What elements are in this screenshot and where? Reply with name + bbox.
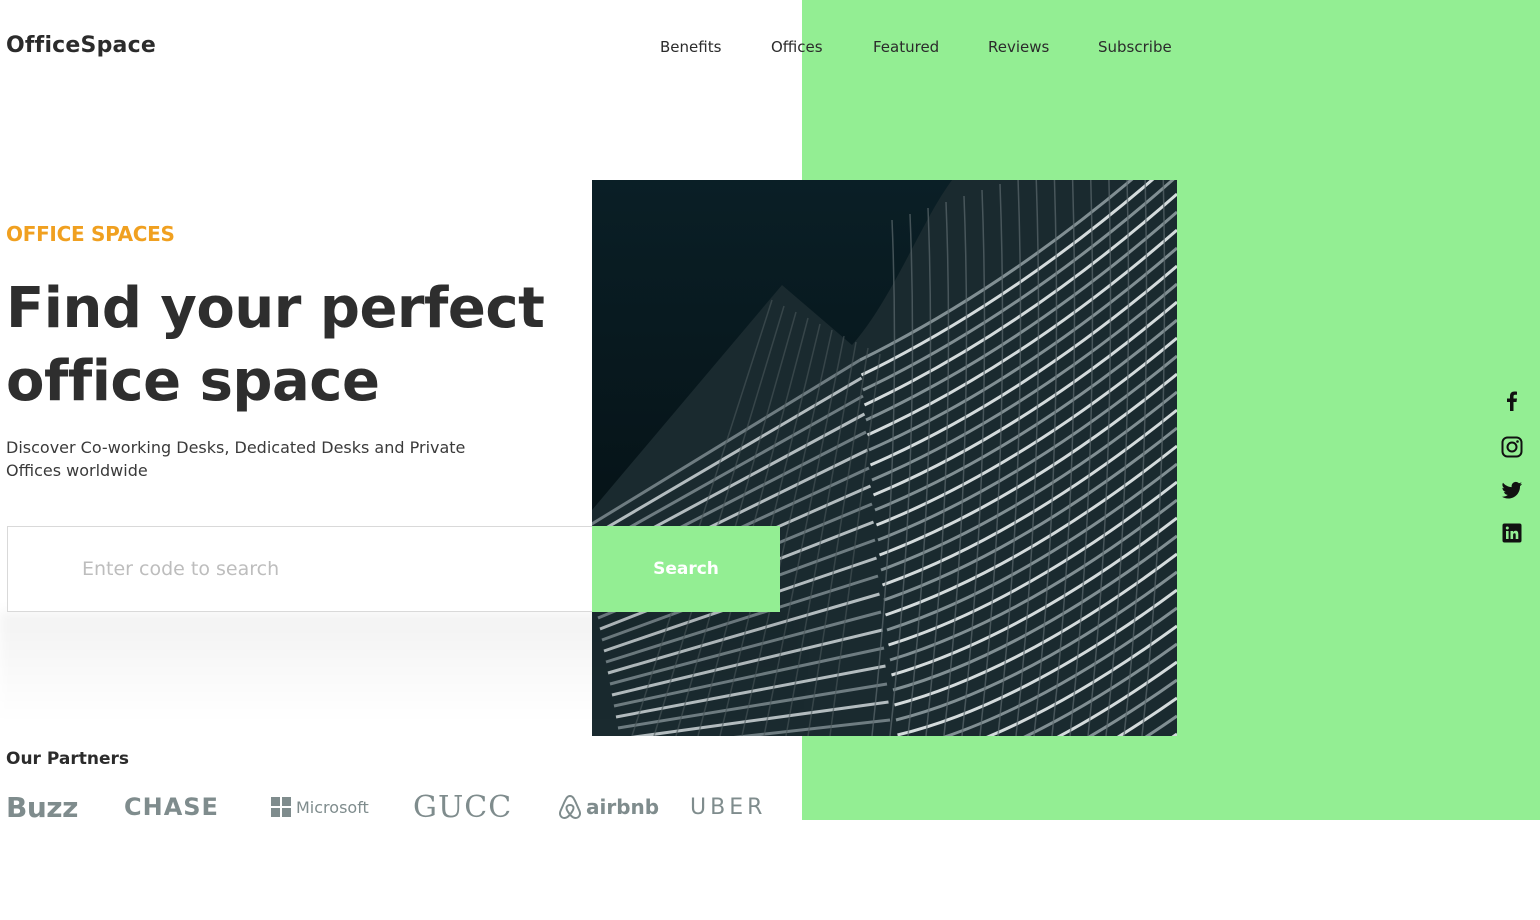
search-shadow [0,612,800,722]
partner-logo-text: airbnb [586,795,660,819]
hero-subtitle: Discover Co-working Desks, Dedicated Des… [6,438,466,480]
linkedin-icon[interactable] [1500,521,1524,545]
partner-logo-buzz: Buzz [6,790,78,824]
search-input[interactable] [7,526,593,612]
partner-logo-uber: UBER [690,790,766,824]
nav-item-featured[interactable]: Featured [873,38,939,56]
facebook-icon[interactable] [1500,389,1524,413]
microsoft-grid-icon [271,797,291,817]
partner-logo-text: Buzz [6,790,78,824]
partner-logo-text: GUCC [413,789,513,825]
partner-logo-airbnb: airbnb [558,790,659,824]
nav-item-reviews[interactable]: Reviews [988,38,1049,56]
brand-logo[interactable]: OfficeSpace [6,33,156,58]
nav-item-subscribe[interactable]: Subscribe [1098,38,1172,56]
partner-logo-text: Microsoft [296,797,369,817]
partner-logo-text: CHASE [124,793,219,821]
hero-eyebrow: OFFICE SPACES [6,222,175,246]
twitter-icon[interactable] [1500,478,1524,502]
nav-item-benefits[interactable]: Benefits [660,38,721,56]
hero-title: Find your perfect office space [6,276,545,414]
airbnb-icon [559,794,581,820]
nav-item-offices[interactable]: Offices [771,38,823,56]
partner-logo-chase: CHASE [124,790,219,824]
instagram-icon[interactable] [1500,435,1524,459]
partner-logo-microsoft: Microsoft [271,790,369,824]
partner-logo-gucci: GUCC [413,789,513,825]
search-button[interactable]: Search [592,526,780,612]
landing-page: OfficeSpace Benefits Offices Featured Re… [0,0,1540,920]
partner-logo-text: UBER [690,794,767,820]
partners-title: Our Partners [6,749,129,769]
